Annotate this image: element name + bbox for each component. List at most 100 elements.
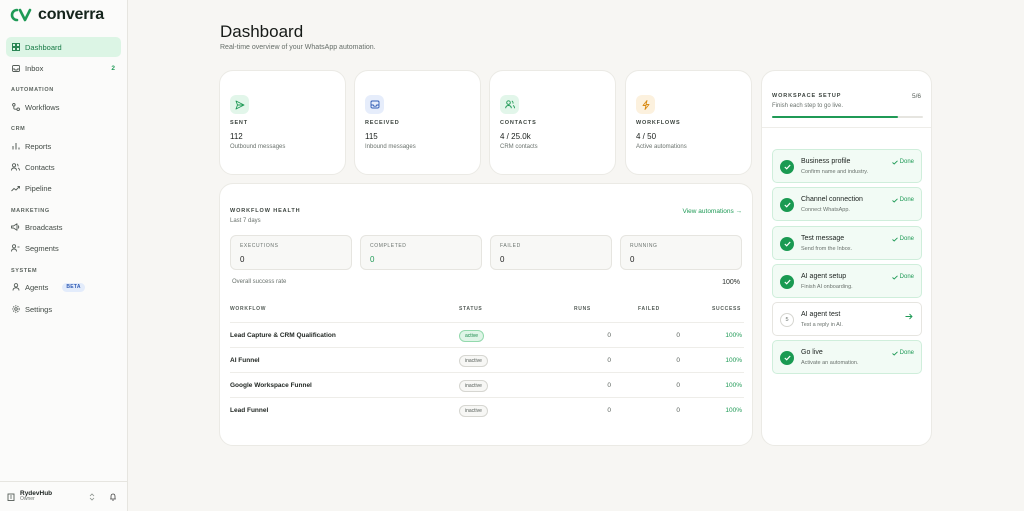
stat-value: 112 (230, 132, 243, 141)
stat-label: RECEIVED (365, 120, 400, 126)
section-label-automation: AUTOMATION (11, 87, 54, 93)
setup-step-business-profile[interactable]: Business profile Confirm name and indust… (772, 149, 922, 183)
workflow-icon (11, 103, 20, 112)
stat-card-contacts: CONTACTS 4 / 25.0k CRM contacts (489, 70, 616, 175)
arrow-right-icon[interactable] (905, 313, 913, 322)
step-done-status: Done (891, 274, 914, 280)
done-label: Done (899, 350, 914, 356)
stat-label: CONTACTS (500, 120, 537, 126)
stat-value: 115 (365, 132, 378, 141)
setup-step-ai-agent-test[interactable]: 5 AI agent test Test a reply in AI. (772, 302, 922, 336)
view-automations-link[interactable]: View automations → (683, 208, 743, 215)
step-description: Confirm name and industry. (801, 169, 869, 175)
sidebar-item-workflows[interactable]: Workflows (6, 97, 121, 117)
step-done-status: Done (891, 159, 914, 165)
step-description: Activate an automation. (801, 360, 859, 366)
user-menu[interactable]: RydevHub Owner (0, 481, 128, 511)
workflow-name: Lead Funnel (230, 407, 269, 414)
stat-label: WORKFLOWS (636, 120, 681, 126)
sidebar-item-inbox[interactable]: Inbox 2 (6, 58, 121, 78)
done-label: Done (899, 159, 914, 165)
workflow-health-card: WORKFLOW HEALTH Last 7 days View automat… (219, 183, 753, 446)
stat-description: Active automations (636, 144, 687, 150)
sidebar: converra Dashboard Inbox 2 AUTOMATION Wo… (0, 0, 128, 511)
table-row[interactable]: Lead Funnel inactive 0 0 100% (230, 397, 744, 422)
check-icon (891, 236, 898, 242)
brand-name: converra (38, 6, 104, 23)
check-icon (891, 350, 898, 356)
beta-badge: BETA (62, 282, 85, 292)
send-icon (230, 95, 249, 114)
sidebar-item-segments[interactable]: Segments (6, 238, 121, 258)
column-header-failed: FAILED (638, 306, 660, 312)
section-label-marketing: MARKETING (11, 208, 50, 214)
section-label-crm: CRM (11, 126, 26, 132)
sidebar-item-label: Segments (25, 243, 59, 253)
sidebar-item-dashboard[interactable]: Dashboard (6, 37, 121, 57)
check-circle-icon (780, 160, 794, 174)
failed-value: 0 (676, 407, 680, 414)
setup-step-test-message[interactable]: Test message Send from the Inbox. Done (772, 226, 922, 260)
grid-icon (11, 43, 20, 52)
user-role: Owner (20, 496, 35, 503)
chevron-updown-icon[interactable] (89, 493, 95, 503)
step-description: Connect WhatsApp. (801, 207, 850, 213)
sidebar-item-pipeline[interactable]: Pipeline (6, 178, 121, 198)
step-title: Business profile (801, 158, 851, 165)
stat-card-received: RECEIVED 115 Inbound messages (354, 70, 481, 175)
metric-running: RUNNING 0 (620, 235, 742, 270)
check-icon (891, 197, 898, 203)
step-done-status: Done (891, 236, 914, 242)
runs-value: 0 (607, 332, 611, 339)
section-title: WORKFLOW HEALTH (230, 208, 301, 214)
step-number: 5 (780, 313, 794, 327)
step-title: Test message (801, 235, 845, 242)
metric-label: COMPLETED (370, 243, 407, 249)
table-row[interactable]: Lead Capture & CRM Qualification active … (230, 322, 744, 347)
sidebar-item-label: Settings (25, 304, 53, 314)
section-title: WORKSPACE SETUP (772, 93, 842, 99)
segments-icon (11, 244, 20, 253)
section-label-system: SYSTEM (11, 268, 38, 274)
success-value: 100% (725, 382, 742, 389)
metric-value: 0 (240, 255, 245, 264)
setup-step-channel-connection[interactable]: Channel connection Connect WhatsApp. Don… (772, 187, 922, 221)
sidebar-item-reports[interactable]: Reports (6, 136, 121, 156)
workflow-name: Google Workspace Funnel (230, 382, 312, 389)
sidebar-item-agents[interactable]: Agents BETA (6, 277, 121, 297)
sidebar-item-settings[interactable]: Settings (6, 299, 121, 319)
step-done-status: Done (891, 197, 914, 203)
step-title: AI agent setup (801, 273, 847, 280)
runs-value: 0 (607, 382, 611, 389)
metric-completed: COMPLETED 0 (360, 235, 482, 270)
sidebar-item-contacts[interactable]: Contacts (6, 157, 121, 177)
step-description: Send from the Inbox. (801, 246, 853, 252)
metric-value: 0 (630, 255, 635, 264)
page-title: Dashboard (220, 22, 304, 41)
agent-icon (11, 283, 20, 292)
column-header-workflow: WORKFLOW (230, 306, 267, 312)
step-title: AI agent test (801, 311, 841, 318)
page-subtitle: Real-time overview of your WhatsApp auto… (220, 44, 376, 51)
status-badge: inactive (459, 380, 488, 392)
section-subtitle: Finish each step to go live. (772, 103, 844, 109)
done-label: Done (899, 274, 914, 280)
metric-value: 0 (500, 255, 505, 264)
setup-step-ai-agent-setup[interactable]: AI agent setup Finish AI onboarding. Don… (772, 264, 922, 298)
users-icon (500, 95, 519, 114)
check-icon (891, 159, 898, 165)
table-row[interactable]: AI Funnel inactive 0 0 100% (230, 347, 744, 372)
section-subtitle: Last 7 days (230, 218, 261, 224)
setup-step-go-live[interactable]: Go live Activate an automation. Done (772, 340, 922, 374)
brand-logo[interactable]: converra (8, 6, 104, 24)
metric-failed: FAILED 0 (490, 235, 612, 270)
sidebar-item-broadcasts[interactable]: Broadcasts (6, 217, 121, 237)
step-done-status: Done (891, 350, 914, 356)
divider (762, 127, 931, 128)
gear-icon (11, 305, 20, 314)
users-icon (11, 163, 20, 172)
sidebar-item-label: Reports (25, 141, 52, 151)
table-row[interactable]: Google Workspace Funnel inactive 0 0 100… (230, 372, 744, 397)
bell-icon[interactable] (109, 493, 117, 503)
stat-value: 4 / 50 (636, 132, 657, 141)
